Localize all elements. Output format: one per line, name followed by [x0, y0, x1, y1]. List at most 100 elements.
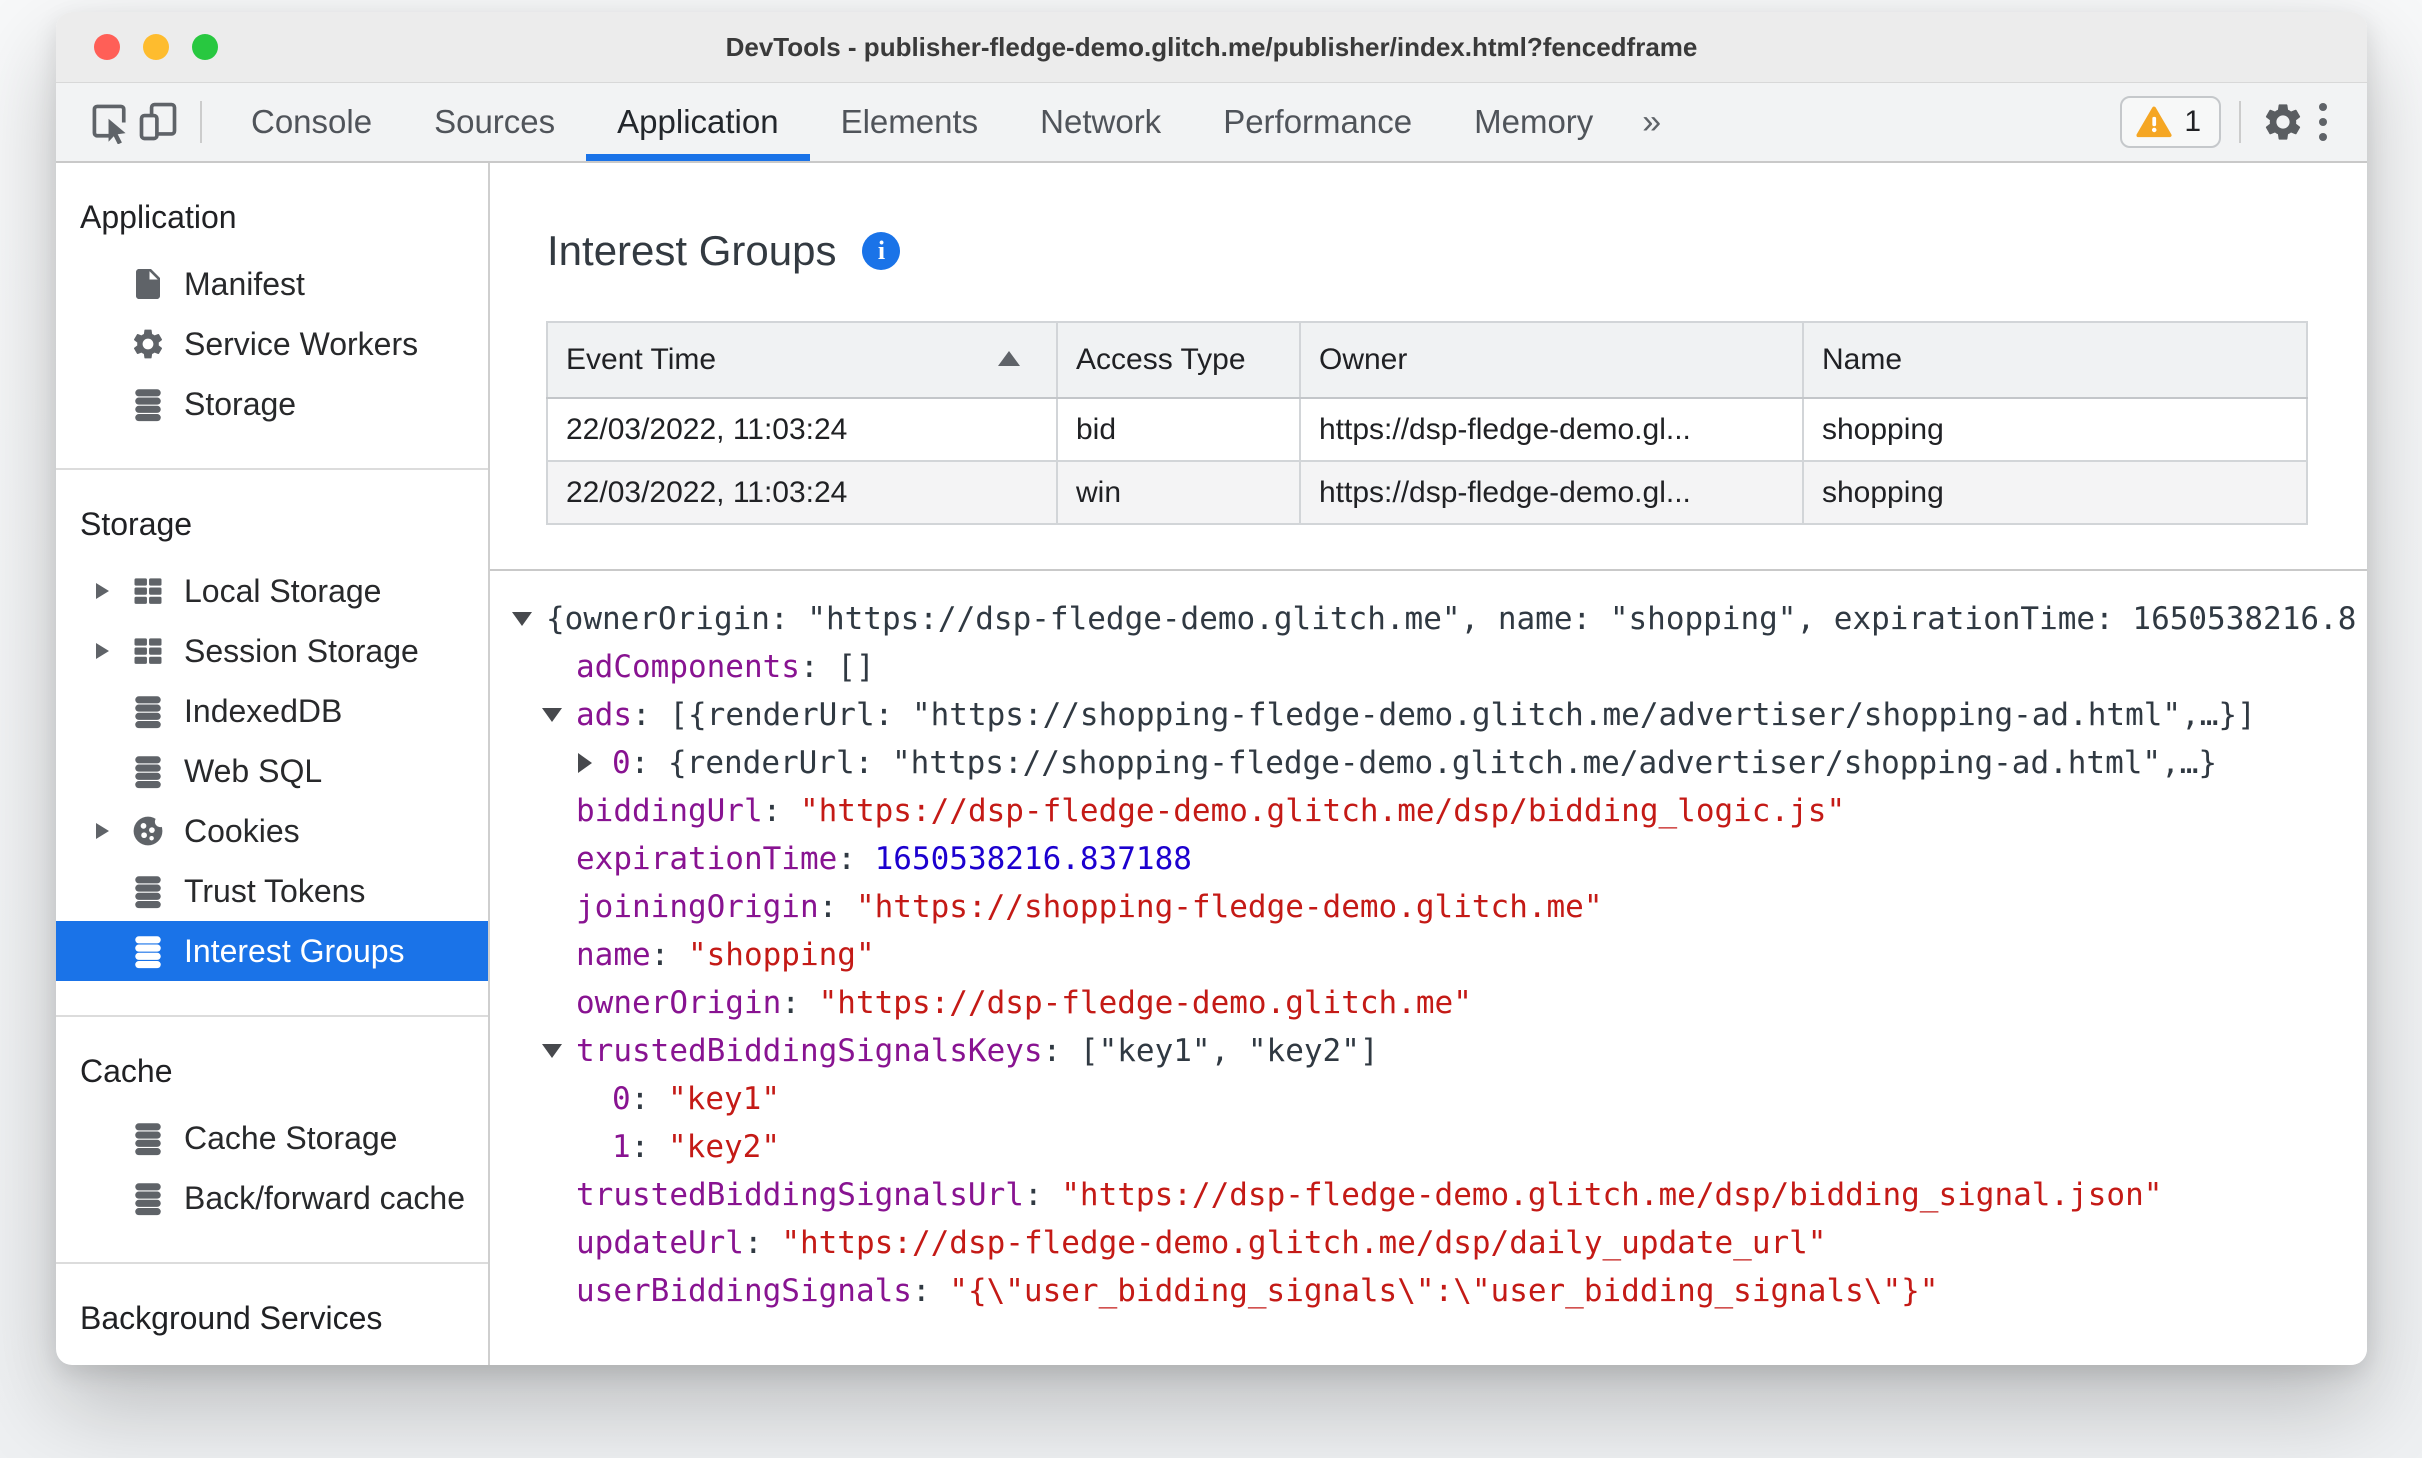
sidebar-item-label: Trust Tokens	[184, 872, 366, 909]
cookie-icon	[130, 813, 166, 849]
tree-segment-plain: : [{renderUrl: "https://shopping-fledge-…	[632, 697, 2256, 733]
tab-memory[interactable]: Memory	[1443, 83, 1624, 161]
tree-segment-plain: :	[650, 937, 688, 973]
tab-console[interactable]: Console	[220, 83, 403, 161]
sidebar-item-label: Cache Storage	[184, 1119, 398, 1156]
collapse-arrow-icon[interactable]	[542, 1044, 576, 1058]
table-row[interactable]: 22/03/2022, 11:03:24 win https://dsp-fledg…	[546, 460, 2308, 525]
collapse-arrow-icon[interactable]	[512, 612, 546, 626]
sidebar-item-label: Storage	[184, 385, 297, 422]
tree-segment-key: trustedBiddingSignalsUrl	[576, 1177, 1024, 1213]
tree-line: name: "shopping"	[512, 931, 2367, 979]
tree-segment-key: updateUrl	[576, 1225, 744, 1261]
column-header-event-time[interactable]: Event Time	[546, 321, 1058, 399]
sidebar-item-label: Local Storage	[184, 572, 382, 609]
tree-segment-plain: :	[911, 1273, 950, 1309]
database-icon	[130, 386, 166, 422]
tree-segment-key: ads	[576, 697, 632, 733]
sidebar-item-label: Cookies	[184, 812, 300, 849]
sidebar-item-background-fetch[interactable]: Background Fetch	[56, 1355, 488, 1365]
close-window-button[interactable]	[94, 34, 120, 60]
database-icon	[130, 693, 166, 729]
tree-line: adComponents: []	[512, 643, 2367, 691]
expand-arrow-icon[interactable]	[578, 753, 612, 773]
tree-segment-string: "{\"user_bidding_signals\":\"user_biddin…	[949, 1273, 1939, 1309]
expand-arrow-icon[interactable]	[96, 823, 130, 839]
sidebar-item-label: Web SQL	[184, 752, 323, 789]
sidebar-item-label: Interest Groups	[184, 932, 405, 969]
table-cell: win	[1056, 460, 1301, 525]
tree-segment-key: expirationTime	[576, 841, 838, 877]
tab-performance[interactable]: Performance	[1192, 83, 1443, 161]
file-icon	[130, 266, 166, 302]
panel-tab-strip: Console Sources Application Elements Network…	[220, 83, 1679, 161]
column-header-access-type[interactable]: Access Type	[1056, 321, 1301, 399]
sidebar-item-cookies[interactable]: Cookies	[56, 801, 488, 861]
sidebar-item-label: Session Storage	[184, 632, 419, 669]
tree-line[interactable]: {ownerOrigin: "https://dsp-fledge-demo.g…	[512, 595, 2367, 643]
sidebar-item-web-sql[interactable]: Web SQL	[56, 741, 488, 801]
info-icon[interactable]: i	[862, 232, 901, 270]
toolbar-separator	[200, 101, 202, 143]
database-icon	[130, 1120, 166, 1156]
sort-ascending-icon	[998, 351, 1020, 366]
sidebar-item-back-forward-cache[interactable]: Back/forward cache	[56, 1168, 488, 1228]
table-cell: 22/03/2022, 11:03:24	[546, 460, 1058, 525]
tree-segment-plain: :	[1023, 1177, 1062, 1213]
issues-warning-badge[interactable]: 1	[2120, 96, 2221, 148]
minimize-window-button[interactable]	[143, 34, 169, 60]
tab-application[interactable]: Application	[586, 83, 811, 161]
title-bar: DevTools - publisher-fledge-demo.glitch.…	[56, 12, 2367, 83]
device-toolbar-icon[interactable]	[134, 98, 182, 146]
sidebar-section-cache: Cache Cache Storage Back/forward cache	[56, 1017, 488, 1264]
maximize-window-button[interactable]	[192, 34, 218, 60]
sidebar-section-title: Cache	[80, 1053, 173, 1089]
tree-line: joiningOrigin: "https://shopping-fledge-…	[512, 883, 2367, 931]
devtools-window: DevTools - publisher-fledge-demo.glitch.…	[56, 12, 2367, 1365]
tree-line: 0: "key1"	[512, 1075, 2367, 1123]
sidebar-item-storage[interactable]: Storage	[56, 374, 488, 434]
sidebar-section-storage: Storage Local Storage Session Storage Index…	[56, 470, 488, 1017]
column-header-name[interactable]: Name	[1802, 321, 2308, 399]
column-header-owner[interactable]: Owner	[1299, 321, 1804, 399]
toolbar-separator	[2239, 101, 2241, 143]
expand-arrow-icon[interactable]	[96, 643, 130, 659]
tree-line: 1: "key2"	[512, 1123, 2367, 1171]
warning-count: 1	[2184, 105, 2201, 138]
tree-segment-key: name	[576, 937, 651, 973]
tab-network[interactable]: Network	[1009, 83, 1192, 161]
sidebar-item-manifest[interactable]: Manifest	[56, 254, 488, 314]
sidebar-item-local-storage[interactable]: Local Storage	[56, 561, 488, 621]
sidebar-item-trust-tokens[interactable]: Trust Tokens	[56, 861, 488, 921]
tree-line[interactable]: ads: [{renderUrl: "https://shopping-fled…	[512, 691, 2367, 739]
sidebar-item-cache-storage[interactable]: Cache Storage	[56, 1108, 488, 1168]
table-cell: https://dsp-fledge-demo.gl...	[1299, 397, 1804, 462]
sidebar-item-service-workers[interactable]: Service Workers	[56, 314, 488, 374]
interest-group-details-tree: {ownerOrigin: "https://dsp-fledge-demo.g…	[490, 569, 2367, 1365]
table-cell: bid	[1056, 397, 1301, 462]
collapse-arrow-icon[interactable]	[542, 708, 576, 722]
table-icon	[130, 573, 166, 609]
database-icon	[130, 873, 166, 909]
expand-arrow-icon[interactable]	[96, 583, 130, 599]
tab-elements[interactable]: Elements	[810, 83, 1010, 161]
sidebar-item-interest-groups[interactable]: Interest Groups	[56, 921, 488, 981]
tree-line[interactable]: trustedBiddingSignalsKeys: ["key1", "key…	[512, 1027, 2367, 1075]
more-options-icon[interactable]	[2307, 103, 2339, 141]
tree-segment-plain: :	[818, 889, 856, 925]
sidebar-item-indexeddb[interactable]: IndexedDB	[56, 681, 488, 741]
more-tabs-button[interactable]: »	[1624, 83, 1679, 161]
tab-sources[interactable]: Sources	[403, 83, 586, 161]
sidebar-item-session-storage[interactable]: Session Storage	[56, 621, 488, 681]
tree-segment-plain: :	[837, 841, 875, 877]
tree-line[interactable]: 0: {renderUrl: "https://shopping-fledge-…	[512, 739, 2367, 787]
tree-line: userBiddingSignals: "{\"user_bidding_sig…	[512, 1267, 2367, 1315]
sidebar-section-title: Storage	[80, 506, 193, 542]
inspect-element-icon[interactable]	[86, 98, 134, 146]
sidebar-section-title: Application	[80, 199, 237, 235]
table-cell: shopping	[1802, 460, 2308, 525]
table-row[interactable]: 22/03/2022, 11:03:24 bid https://dsp-fledg…	[546, 397, 2308, 462]
tree-segment-key: userBiddingSignals	[576, 1273, 912, 1309]
tree-segment-string: "https://dsp-fledge-demo.glitch.me"	[818, 985, 1472, 1021]
settings-gear-icon[interactable]	[2259, 98, 2307, 146]
